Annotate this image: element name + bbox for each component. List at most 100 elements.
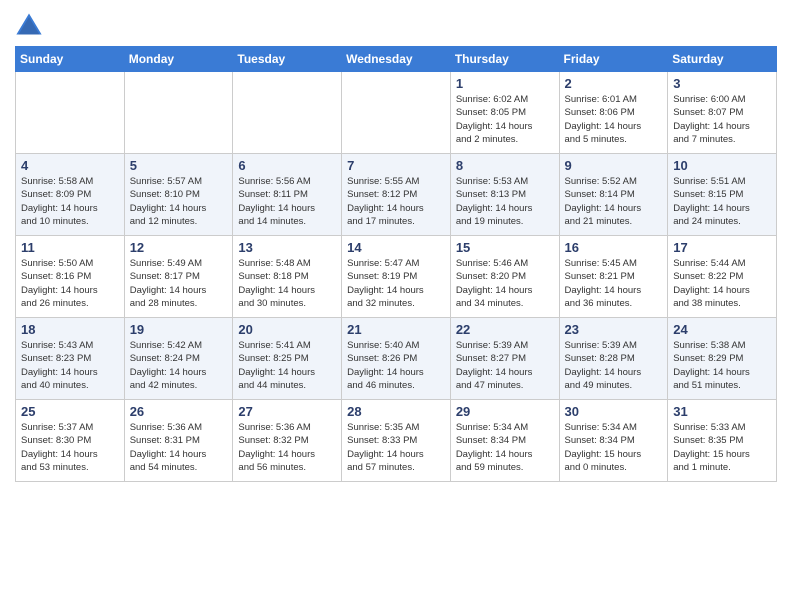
day-number: 20 <box>238 322 336 337</box>
day-info: Sunrise: 5:52 AMSunset: 8:14 PMDaylight:… <box>565 175 663 228</box>
day-number: 10 <box>673 158 771 173</box>
day-cell: 5 Sunrise: 5:57 AMSunset: 8:10 PMDaylight… <box>124 154 233 236</box>
day-info: Sunrise: 5:34 AMSunset: 8:34 PMDaylight:… <box>565 421 663 474</box>
day-number: 11 <box>21 240 119 255</box>
day-info: Sunrise: 5:40 AMSunset: 8:26 PMDaylight:… <box>347 339 445 392</box>
day-number: 22 <box>456 322 554 337</box>
day-cell: 22 Sunrise: 5:39 AMSunset: 8:27 PMDayligh… <box>450 318 559 400</box>
week-row-4: 18 Sunrise: 5:43 AMSunset: 8:23 PMDayligh… <box>16 318 777 400</box>
day-cell <box>233 72 342 154</box>
day-number: 28 <box>347 404 445 419</box>
day-info: Sunrise: 5:39 AMSunset: 8:28 PMDaylight:… <box>565 339 663 392</box>
col-header-sunday: Sunday <box>16 47 125 72</box>
week-row-3: 11 Sunrise: 5:50 AMSunset: 8:16 PMDayligh… <box>16 236 777 318</box>
day-number: 14 <box>347 240 445 255</box>
day-number: 8 <box>456 158 554 173</box>
week-row-1: 1 Sunrise: 6:02 AMSunset: 8:05 PMDaylight… <box>16 72 777 154</box>
day-number: 13 <box>238 240 336 255</box>
day-info: Sunrise: 5:41 AMSunset: 8:25 PMDaylight:… <box>238 339 336 392</box>
day-number: 21 <box>347 322 445 337</box>
day-info: Sunrise: 5:45 AMSunset: 8:21 PMDaylight:… <box>565 257 663 310</box>
day-cell: 6 Sunrise: 5:56 AMSunset: 8:11 PMDaylight… <box>233 154 342 236</box>
day-info: Sunrise: 6:02 AMSunset: 8:05 PMDaylight:… <box>456 93 554 146</box>
day-info: Sunrise: 5:46 AMSunset: 8:20 PMDaylight:… <box>456 257 554 310</box>
day-number: 2 <box>565 76 663 91</box>
col-header-saturday: Saturday <box>668 47 777 72</box>
day-number: 30 <box>565 404 663 419</box>
day-info: Sunrise: 5:39 AMSunset: 8:27 PMDaylight:… <box>456 339 554 392</box>
day-cell: 27 Sunrise: 5:36 AMSunset: 8:32 PMDayligh… <box>233 400 342 482</box>
day-info: Sunrise: 5:50 AMSunset: 8:16 PMDaylight:… <box>21 257 119 310</box>
day-info: Sunrise: 5:55 AMSunset: 8:12 PMDaylight:… <box>347 175 445 228</box>
day-cell: 23 Sunrise: 5:39 AMSunset: 8:28 PMDayligh… <box>559 318 668 400</box>
day-cell: 1 Sunrise: 6:02 AMSunset: 8:05 PMDaylight… <box>450 72 559 154</box>
day-number: 23 <box>565 322 663 337</box>
day-info: Sunrise: 5:36 AMSunset: 8:32 PMDaylight:… <box>238 421 336 474</box>
day-cell: 12 Sunrise: 5:49 AMSunset: 8:17 PMDayligh… <box>124 236 233 318</box>
day-number: 31 <box>673 404 771 419</box>
day-info: Sunrise: 6:01 AMSunset: 8:06 PMDaylight:… <box>565 93 663 146</box>
calendar-table: SundayMondayTuesdayWednesdayThursdayFrid… <box>15 46 777 482</box>
col-header-friday: Friday <box>559 47 668 72</box>
day-cell: 25 Sunrise: 5:37 AMSunset: 8:30 PMDayligh… <box>16 400 125 482</box>
day-number: 19 <box>130 322 228 337</box>
day-cell: 21 Sunrise: 5:40 AMSunset: 8:26 PMDayligh… <box>342 318 451 400</box>
day-info: Sunrise: 5:38 AMSunset: 8:29 PMDaylight:… <box>673 339 771 392</box>
day-info: Sunrise: 5:57 AMSunset: 8:10 PMDaylight:… <box>130 175 228 228</box>
day-info: Sunrise: 5:51 AMSunset: 8:15 PMDaylight:… <box>673 175 771 228</box>
day-cell: 8 Sunrise: 5:53 AMSunset: 8:13 PMDaylight… <box>450 154 559 236</box>
day-cell: 29Sunrise: 5:34 AMSunset: 8:34 PMDayligh… <box>450 400 559 482</box>
day-info: Sunrise: 5:36 AMSunset: 8:31 PMDaylight:… <box>130 421 228 474</box>
day-cell: 26 Sunrise: 5:36 AMSunset: 8:31 PMDayligh… <box>124 400 233 482</box>
day-number: 27 <box>238 404 336 419</box>
page-header <box>15 10 777 38</box>
header-row: SundayMondayTuesdayWednesdayThursdayFrid… <box>16 47 777 72</box>
day-cell <box>124 72 233 154</box>
week-row-5: 25 Sunrise: 5:37 AMSunset: 8:30 PMDayligh… <box>16 400 777 482</box>
day-number: 18 <box>21 322 119 337</box>
day-cell: 19Sunrise: 5:42 AMSunset: 8:24 PMDayligh… <box>124 318 233 400</box>
day-info: Sunrise: 5:34 AMSunset: 8:34 PMDaylight:… <box>456 421 554 474</box>
day-cell: 24 Sunrise: 5:38 AMSunset: 8:29 PMDayligh… <box>668 318 777 400</box>
day-number: 4 <box>21 158 119 173</box>
day-number: 1 <box>456 76 554 91</box>
day-number: 3 <box>673 76 771 91</box>
day-number: 5 <box>130 158 228 173</box>
day-number: 6 <box>238 158 336 173</box>
day-info: Sunrise: 6:00 AMSunset: 8:07 PMDaylight:… <box>673 93 771 146</box>
day-info: Sunrise: 5:56 AMSunset: 8:11 PMDaylight:… <box>238 175 336 228</box>
day-info: Sunrise: 5:43 AMSunset: 8:23 PMDaylight:… <box>21 339 119 392</box>
day-cell: 3 Sunrise: 6:00 AMSunset: 8:07 PMDaylight… <box>668 72 777 154</box>
day-info: Sunrise: 5:58 AMSunset: 8:09 PMDaylight:… <box>21 175 119 228</box>
day-cell: 16Sunrise: 5:45 AMSunset: 8:21 PMDayligh… <box>559 236 668 318</box>
day-number: 25 <box>21 404 119 419</box>
day-cell: 28Sunrise: 5:35 AMSunset: 8:33 PMDayligh… <box>342 400 451 482</box>
day-cell: 9Sunrise: 5:52 AMSunset: 8:14 PMDaylight… <box>559 154 668 236</box>
logo-icon <box>15 10 43 38</box>
day-number: 7 <box>347 158 445 173</box>
day-number: 15 <box>456 240 554 255</box>
day-cell: 15 Sunrise: 5:46 AMSunset: 8:20 PMDayligh… <box>450 236 559 318</box>
day-number: 17 <box>673 240 771 255</box>
day-cell: 11 Sunrise: 5:50 AMSunset: 8:16 PMDayligh… <box>16 236 125 318</box>
day-number: 12 <box>130 240 228 255</box>
day-info: Sunrise: 5:48 AMSunset: 8:18 PMDaylight:… <box>238 257 336 310</box>
day-info: Sunrise: 5:37 AMSunset: 8:30 PMDaylight:… <box>21 421 119 474</box>
day-cell: 4 Sunrise: 5:58 AMSunset: 8:09 PMDaylight… <box>16 154 125 236</box>
day-number: 26 <box>130 404 228 419</box>
day-info: Sunrise: 5:47 AMSunset: 8:19 PMDaylight:… <box>347 257 445 310</box>
day-number: 24 <box>673 322 771 337</box>
day-info: Sunrise: 5:44 AMSunset: 8:22 PMDaylight:… <box>673 257 771 310</box>
col-header-tuesday: Tuesday <box>233 47 342 72</box>
day-cell: 30 Sunrise: 5:34 AMSunset: 8:34 PMDayligh… <box>559 400 668 482</box>
day-cell: 17 Sunrise: 5:44 AMSunset: 8:22 PMDayligh… <box>668 236 777 318</box>
day-cell <box>342 72 451 154</box>
day-cell: 7 Sunrise: 5:55 AMSunset: 8:12 PMDaylight… <box>342 154 451 236</box>
day-cell: 31Sunrise: 5:33 AMSunset: 8:35 PMDayligh… <box>668 400 777 482</box>
day-info: Sunrise: 5:53 AMSunset: 8:13 PMDaylight:… <box>456 175 554 228</box>
day-info: Sunrise: 5:49 AMSunset: 8:17 PMDaylight:… <box>130 257 228 310</box>
week-row-2: 4 Sunrise: 5:58 AMSunset: 8:09 PMDaylight… <box>16 154 777 236</box>
day-cell: 14 Sunrise: 5:47 AMSunset: 8:19 PMDayligh… <box>342 236 451 318</box>
day-cell: 18 Sunrise: 5:43 AMSunset: 8:23 PMDayligh… <box>16 318 125 400</box>
col-header-monday: Monday <box>124 47 233 72</box>
